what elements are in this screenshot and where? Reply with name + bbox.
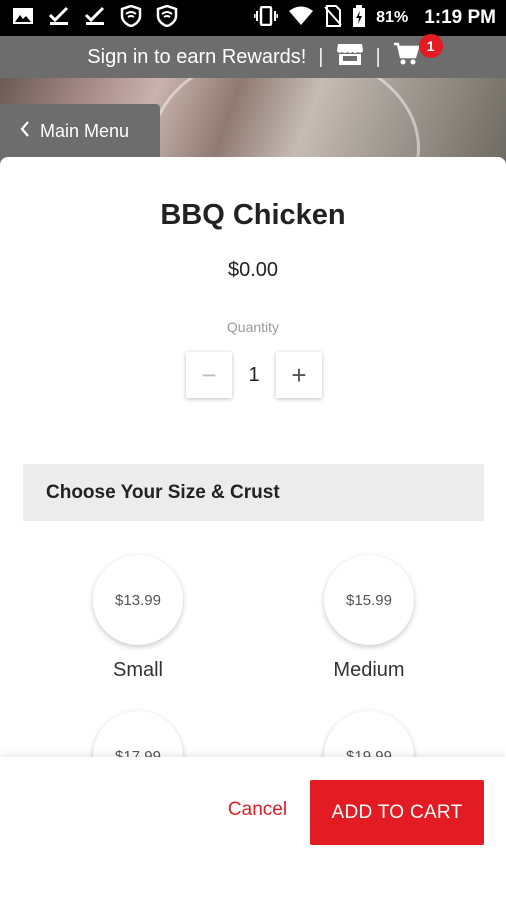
quantity-label: Quantity	[226, 319, 280, 335]
clock-time: 1:19 PM	[424, 7, 496, 28]
cart-count-badge: 1	[418, 34, 443, 58]
size-option-medium[interactable]: $15.99 Medium	[299, 555, 439, 682]
quantity-stepper: − 1 +	[186, 352, 322, 398]
check-icon	[48, 6, 70, 31]
size-option-label: Small	[112, 659, 163, 681]
vibrate-icon	[253, 5, 279, 31]
cart-icon[interactable]	[393, 42, 420, 72]
size-option-large[interactable]: $17.99	[68, 711, 208, 757]
size-option-price[interactable]: $19.99	[324, 711, 414, 757]
rewards-sign-in-link[interactable]: Sign in to earn Rewards!	[87, 46, 306, 69]
item-price: $0.00	[227, 259, 279, 281]
main-menu-label: Main Menu	[40, 120, 130, 141]
separator: |	[318, 45, 324, 68]
status-left-icons	[12, 4, 178, 32]
rewards-bar: Sign in to earn Rewards! | | 1	[0, 34, 506, 78]
cart-button[interactable]: 1	[393, 34, 443, 72]
shield-icon	[156, 4, 178, 32]
store-icon[interactable]	[336, 42, 364, 72]
quantity-value: 1	[248, 363, 260, 386]
quantity-decrease-button[interactable]: −	[186, 352, 232, 398]
size-option-label: Medium	[333, 659, 405, 681]
size-option-price[interactable]: $13.99	[93, 555, 183, 645]
add-to-cart-button[interactable]: ADD TO CART	[310, 780, 484, 845]
item-detail-card: BBQ Chicken $0.00 Quantity − 1 + Choose …	[0, 157, 506, 757]
main-menu-back-button[interactable]: Main Menu	[0, 104, 160, 158]
separator: |	[375, 45, 381, 68]
status-bar: 81% 1:19 PM	[0, 0, 506, 36]
plus-icon: +	[291, 359, 307, 390]
hero-image-detail	[150, 78, 420, 168]
size-option-small[interactable]: $13.99 Small	[68, 555, 208, 682]
chevron-left-icon	[20, 120, 30, 142]
status-right-icons: 81% 1:19 PM	[253, 4, 496, 32]
quantity-increase-button[interactable]: +	[276, 352, 322, 398]
wifi-icon	[288, 6, 314, 31]
size-option-price[interactable]: $17.99	[93, 711, 183, 757]
no-sim-icon	[324, 4, 342, 32]
size-option-xlarge[interactable]: $19.99	[299, 711, 439, 757]
item-title: BBQ Chicken	[160, 199, 346, 231]
gallery-icon	[12, 7, 34, 30]
battery-icon	[352, 4, 366, 32]
check-icon	[84, 6, 106, 31]
shield-icon	[120, 4, 142, 32]
cancel-button[interactable]: Cancel	[215, 799, 300, 825]
minus-icon: −	[201, 359, 217, 390]
size-option-price[interactable]: $15.99	[324, 555, 414, 645]
size-crust-section-header: Choose Your Size & Crust	[23, 464, 484, 521]
bottom-action-bar: Cancel ADD TO CART	[0, 757, 506, 900]
battery-percent: 81%	[376, 9, 409, 26]
